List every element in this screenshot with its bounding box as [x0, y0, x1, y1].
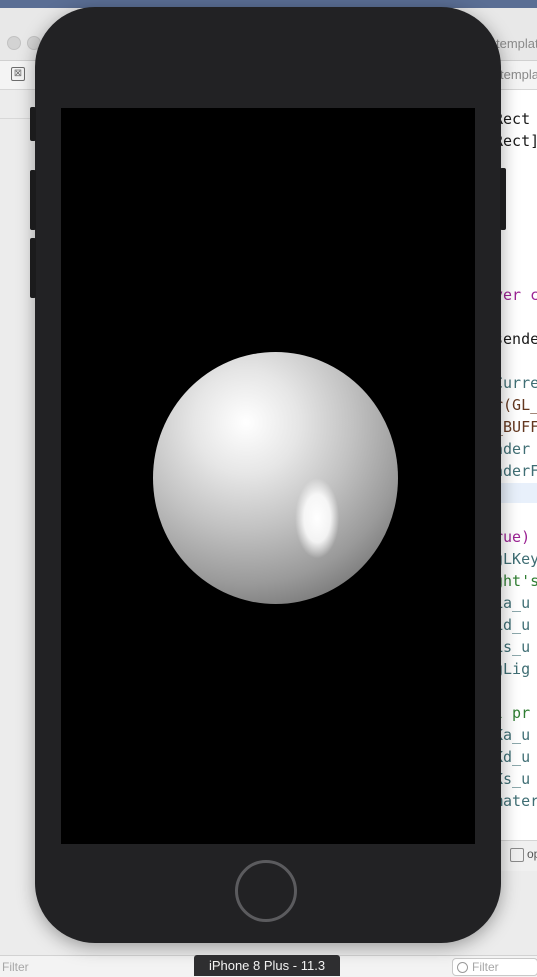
shaded-sphere: [153, 352, 398, 604]
sidebar-divider: [0, 118, 34, 119]
home-button[interactable]: [235, 860, 297, 922]
editor-tab-title[interactable]: templat: [496, 36, 537, 51]
grid-icon[interactable]: [510, 848, 524, 862]
navigator-filter-field[interactable]: Filter: [2, 960, 29, 974]
issue-navigator-icon[interactable]: ⊠: [11, 67, 25, 81]
filter-icon: [457, 962, 468, 973]
console-filter-placeholder: Filter: [472, 960, 499, 974]
volume-up-button[interactable]: [30, 170, 36, 230]
volume-down-button[interactable]: [30, 238, 36, 298]
simulator-device-label: iPhone 8 Plus - 11.3: [194, 955, 340, 976]
window-close-button[interactable]: [7, 36, 21, 50]
simulator-screen[interactable]: [61, 108, 475, 844]
side-power-button[interactable]: [500, 168, 506, 230]
mute-switch[interactable]: [30, 107, 36, 141]
jump-bar-file[interactable]: templa: [500, 67, 537, 82]
footer-label: op: [527, 847, 537, 861]
